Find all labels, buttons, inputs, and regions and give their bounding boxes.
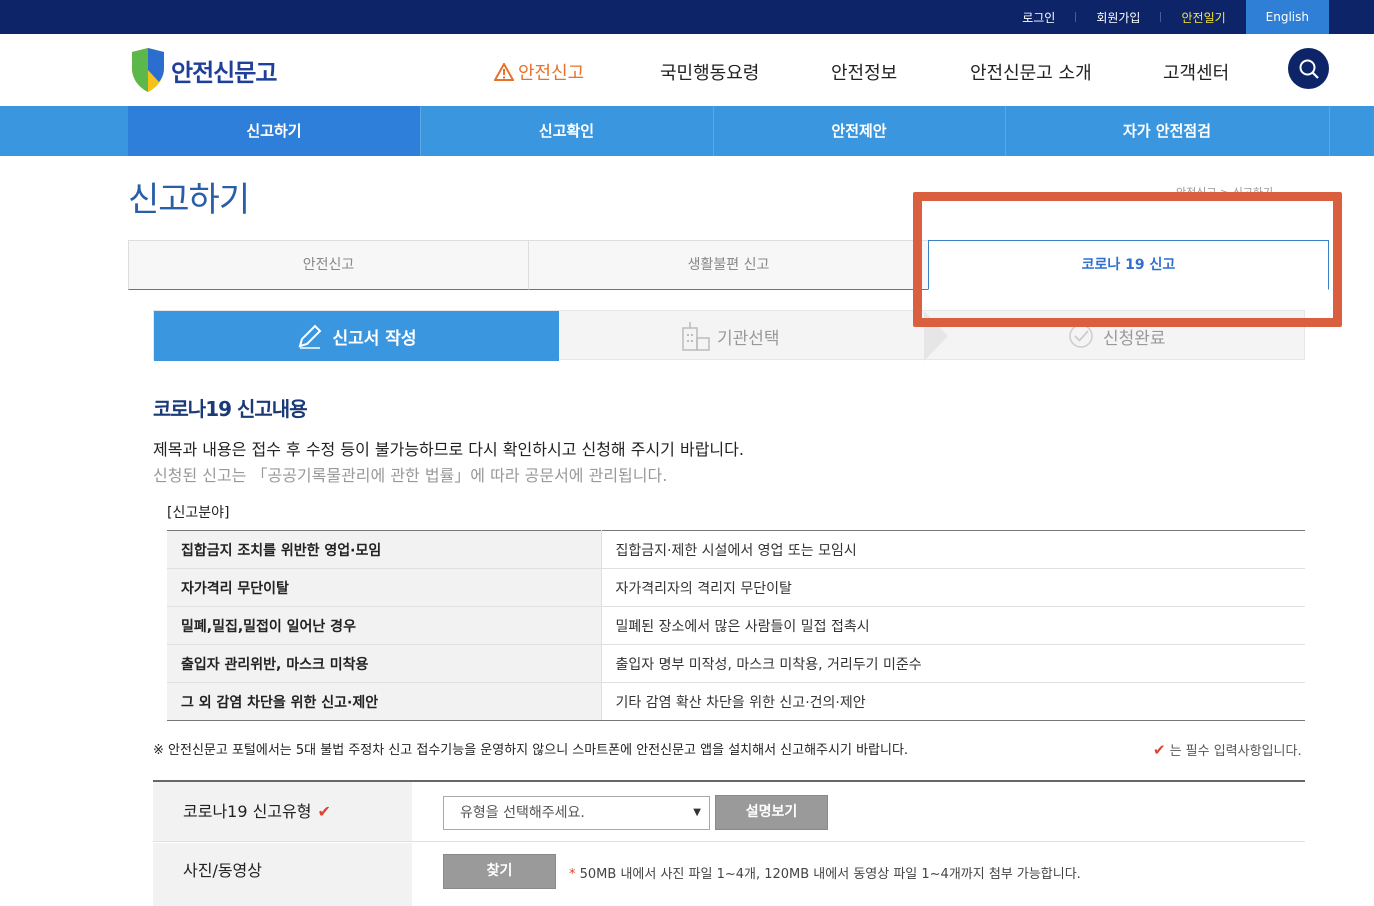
utility-bar: 로그인 회원가입 안전일기 English (0, 0, 1374, 34)
field-description: 집합금지·제한 시설에서 영업 또는 모임시 (601, 530, 1305, 569)
table-row: 집합금지 조치를 위반한 영업·모임 집합금지·제한 시설에서 영업 또는 모임… (167, 530, 1305, 569)
english-link[interactable]: English (1245, 0, 1329, 34)
step-label: 신청완료 (1103, 328, 1166, 349)
subnav-self-check[interactable]: 자가 안전점검 (1005, 106, 1329, 156)
records-notice-text: 신청된 신고는 「공공기록물관리에 관한 법률」에 따라 공문서에 관리됩니다. (153, 466, 668, 485)
field-description: 출입자 명부 미작성, 마스크 미착용, 거리두기 미준수 (601, 644, 1305, 683)
form-row-media: 사진/동영상 찾기 * 50MB 내에서 사진 파일 1~4개, 120MB 내… (153, 843, 1305, 906)
search-icon (1299, 59, 1319, 79)
table-row: 출입자 관리위반, 마스크 미착용 출입자 명부 미작성, 마스크 미착용, 거… (167, 644, 1305, 683)
select-placeholder: 유형을 선택해주세요. (460, 805, 585, 821)
file-limit-text: 50MB 내에서 사진 파일 1~4개, 120MB 내에서 동영상 파일 1~… (579, 867, 1081, 882)
page-title: 신고하기 (128, 180, 250, 220)
field-name: 밀폐,밀집,밀접이 일어난 경우 (167, 606, 602, 645)
step-write: 신고서 작성 (154, 311, 559, 361)
warning-icon (494, 63, 514, 81)
nav-about[interactable]: 안전신문고 소개 (970, 59, 1092, 85)
table-row: 밀폐,밀집,밀접이 일어난 경우 밀폐된 장소에서 많은 사람들이 밀접 접촉시 (167, 606, 1305, 645)
step-label: 신고서 작성 (332, 328, 417, 349)
safety-diary-link[interactable]: 안전일기 (1161, 9, 1245, 26)
login-link[interactable]: 로그인 (1002, 9, 1075, 26)
progress-steps: 신고서 작성 기관선택 신청완료 (153, 310, 1305, 361)
required-check-icon: ✔ (1153, 740, 1166, 759)
nav-label: 안전신고 (518, 63, 585, 84)
breadcrumb: 안전신고 > 신고하기 (1176, 186, 1274, 199)
explain-button[interactable]: 설명보기 (715, 795, 828, 830)
signup-link[interactable]: 회원가입 (1076, 9, 1160, 26)
tab-covid19-report[interactable]: 코로나 19 신고 (928, 240, 1329, 290)
nav-action-guide[interactable]: 국민행동요령 (660, 59, 759, 85)
step-complete: 신청완료 (1067, 311, 1166, 361)
step-label: 기관선택 (717, 328, 780, 349)
required-star: * (569, 867, 576, 882)
form-row-type: 코로나19 신고유형 ✔ 유형을 선택해주세요. ▼ 설명보기 (153, 782, 1305, 842)
field-name: 집합금지 조치를 위반한 영업·모임 (167, 530, 602, 569)
header: 안전신문고 안전신고 국민행동요령 안전정보 안전신문고 소개 고객센터 (0, 34, 1374, 106)
subnav-proposal[interactable]: 안전제안 (713, 106, 1005, 156)
required-note: ✔ 는 필수 입력사항입니다. (1153, 740, 1302, 760)
step-arrow (535, 311, 559, 361)
nav-safety-info[interactable]: 안전정보 (831, 59, 897, 85)
utility-links: 로그인 회원가입 안전일기 English (1002, 0, 1329, 34)
nav-safety-report[interactable]: 안전신고 (494, 59, 584, 85)
subnav-report[interactable]: 신고하기 (128, 106, 420, 156)
main-nav: 안전신고 국민행동요령 안전정보 안전신문고 소개 고객센터 (0, 34, 1374, 106)
check-circle-icon (1069, 324, 1093, 348)
tab-inconvenience-report[interactable]: 생활불편 신고 (528, 240, 929, 290)
field-description: 자가격리자의 격리지 무단이탈 (601, 568, 1305, 607)
notice-text: 제목과 내용은 접수 후 수정 등이 불가능하므로 다시 확인하시고 신청해 주… (153, 440, 744, 459)
find-file-button[interactable]: 찾기 (443, 854, 556, 889)
required-note-text: 는 필수 입력사항입니다. (1169, 744, 1302, 759)
divider (1329, 106, 1330, 156)
type-label-text: 코로나19 신고유형 (183, 802, 312, 821)
subnav-check[interactable]: 신고확인 (420, 106, 713, 156)
tab-safety-report[interactable]: 안전신고 (128, 240, 529, 290)
field-description: 기타 감염 확산 차단을 위한 신고·건의·제안 (601, 682, 1305, 721)
field-caption: [신고분야] (167, 505, 230, 521)
parking-warning: ※ 안전신문고 포털에서는 5대 불법 주정차 신고 접수기능을 운영하지 않으… (153, 743, 909, 758)
file-limit-note: * 50MB 내에서 사진 파일 1~4개, 120MB 내에서 동영상 파일 … (569, 863, 1081, 882)
building-icon (682, 322, 710, 351)
chevron-down-icon: ▼ (693, 807, 701, 818)
sub-nav: 신고하기 신고확인 안전제안 자가 안전점검 (0, 106, 1374, 156)
step-arrow (924, 311, 948, 361)
report-field-table: 집합금지 조치를 위반한 영업·모임 집합금지·제한 시설에서 영업 또는 모임… (167, 530, 1305, 721)
step-agency: 기관선택 (679, 311, 780, 361)
section-title: 코로나19 신고내용 (153, 397, 308, 421)
type-label: 코로나19 신고유형 ✔ (153, 782, 412, 841)
report-type-select[interactable]: 유형을 선택해주세요. ▼ (443, 796, 710, 830)
media-label: 사진/동영상 (153, 843, 412, 906)
nav-customer-center[interactable]: 고객센터 (1163, 59, 1229, 85)
field-name: 자가격리 무단이탈 (167, 568, 602, 607)
search-button[interactable] (1288, 48, 1329, 89)
pencil-icon (298, 324, 322, 349)
report-form: 코로나19 신고유형 ✔ 유형을 선택해주세요. ▼ 설명보기 사진/동영상 찾기… (153, 780, 1305, 906)
field-description: 밀폐된 장소에서 많은 사람들이 밀접 접촉시 (601, 606, 1305, 645)
field-name: 출입자 관리위반, 마스크 미착용 (167, 644, 602, 683)
table-row: 그 외 감염 차단을 위한 신고·제안 기타 감염 확산 차단을 위한 신고·건… (167, 682, 1305, 721)
required-check-icon: ✔ (317, 802, 331, 821)
report-type-tabs: 안전신고 생활불편 신고 코로나 19 신고 (128, 240, 1329, 290)
field-name: 그 외 감염 차단을 위한 신고·제안 (167, 682, 602, 721)
table-row: 자가격리 무단이탈 자가격리자의 격리지 무단이탈 (167, 568, 1305, 607)
